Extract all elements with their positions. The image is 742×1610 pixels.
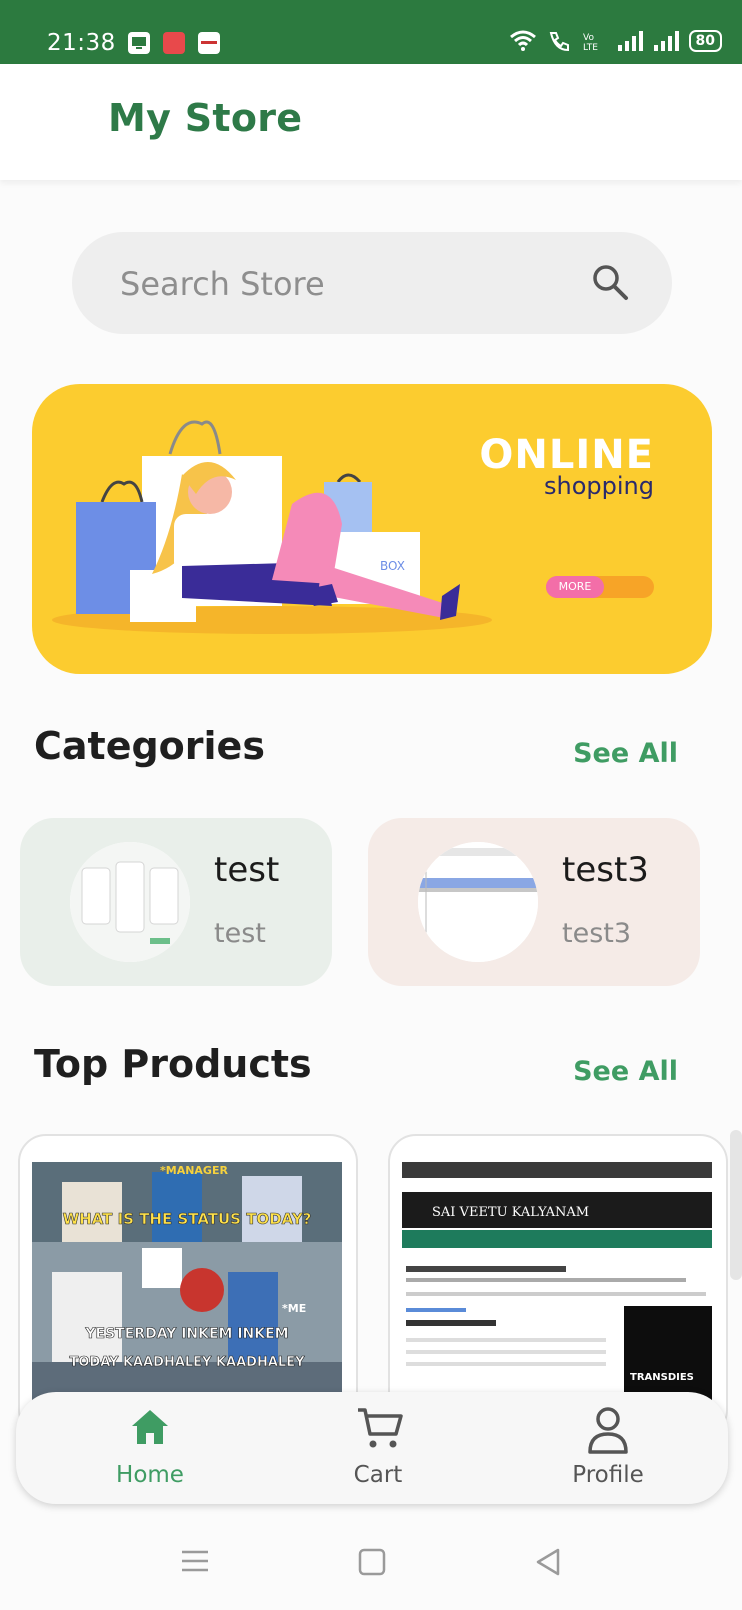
bottom-navigation: Home Cart Profile (16, 1392, 728, 1504)
category-name: test3 (562, 850, 649, 890)
status-bar: 21:38 Vo LTE 80 (0, 0, 742, 64)
volte-icon: Vo LTE (583, 33, 598, 52)
category-description: test3 (562, 918, 632, 949)
search-icon[interactable] (590, 262, 630, 302)
nav-profile-label: Profile (572, 1462, 644, 1488)
banner-more-button[interactable]: MORE (546, 576, 654, 598)
back-button-icon[interactable] (534, 1548, 562, 1576)
banner-more-label: MORE (546, 576, 604, 598)
banner-subheadline: shopping (544, 472, 654, 500)
home-button-icon[interactable] (358, 1548, 386, 1576)
horizontal-scroll-indicator (730, 1130, 742, 1280)
nav-home[interactable]: Home (70, 1406, 230, 1496)
category-name: test (214, 850, 280, 890)
status-icons: Vo LTE 80 (509, 30, 722, 52)
wifi-calling-icon (549, 32, 569, 52)
system-navigation-bar (0, 1520, 742, 1610)
top-products-title: Top Products (34, 1042, 312, 1086)
product-image-caption-3: TODAY KAADHALEY KAADHALEY (69, 1355, 305, 1370)
news-app-icon (198, 32, 220, 54)
recents-menu-icon[interactable] (180, 1548, 210, 1574)
svg-text:LTE: LTE (583, 43, 598, 52)
product-image-tag-2: *ME (282, 1302, 306, 1315)
app-header: My Store (0, 64, 742, 180)
category-thumbnail (70, 842, 190, 962)
home-icon (132, 1410, 168, 1444)
svg-text:Vo: Vo (583, 33, 594, 43)
search-input[interactable] (118, 260, 552, 308)
category-card[interactable]: test test (20, 818, 332, 986)
categories-title: Categories (34, 724, 265, 768)
cart-icon (358, 1408, 403, 1448)
product-image-tag: *MANAGER (160, 1164, 228, 1177)
nav-cart-label: Cart (353, 1462, 403, 1488)
search-bar[interactable] (72, 232, 672, 334)
recorder-app-icon (163, 32, 185, 54)
category-card[interactable]: test3 test3 (368, 818, 700, 986)
screen-record-icon (128, 32, 150, 54)
product-image-caption: SAI VEETU KALYANAM (432, 1205, 589, 1220)
battery-indicator: 80 (688, 30, 722, 52)
product-image-tag: TRANSDIES (630, 1372, 694, 1383)
nav-home-label: Home (116, 1462, 184, 1488)
categories-see-all-link[interactable]: See All (573, 738, 678, 769)
nav-profile[interactable]: Profile (528, 1406, 688, 1496)
signal-2-icon (653, 31, 679, 51)
promo-banner[interactable]: BOX ONLINE shopping MORE (32, 384, 712, 674)
top-products-see-all-link[interactable]: See All (573, 1056, 678, 1087)
shopping-illustration: BOX (52, 420, 492, 634)
category-thumbnail (418, 842, 538, 962)
status-time: 21:38 (47, 30, 116, 56)
signal-1-icon (617, 31, 643, 51)
product-image-caption-2: YESTERDAY INKEM INKEM (84, 1326, 288, 1342)
nav-cart[interactable]: Cart (298, 1406, 458, 1496)
profile-icon (588, 1407, 628, 1454)
category-description: test (214, 918, 266, 949)
product-image-caption: WHAT IS THE STATUS TODAY? (63, 1210, 312, 1228)
wifi-icon (509, 30, 536, 51)
page-title: My Store (108, 96, 303, 140)
box-label: BOX (380, 559, 405, 573)
